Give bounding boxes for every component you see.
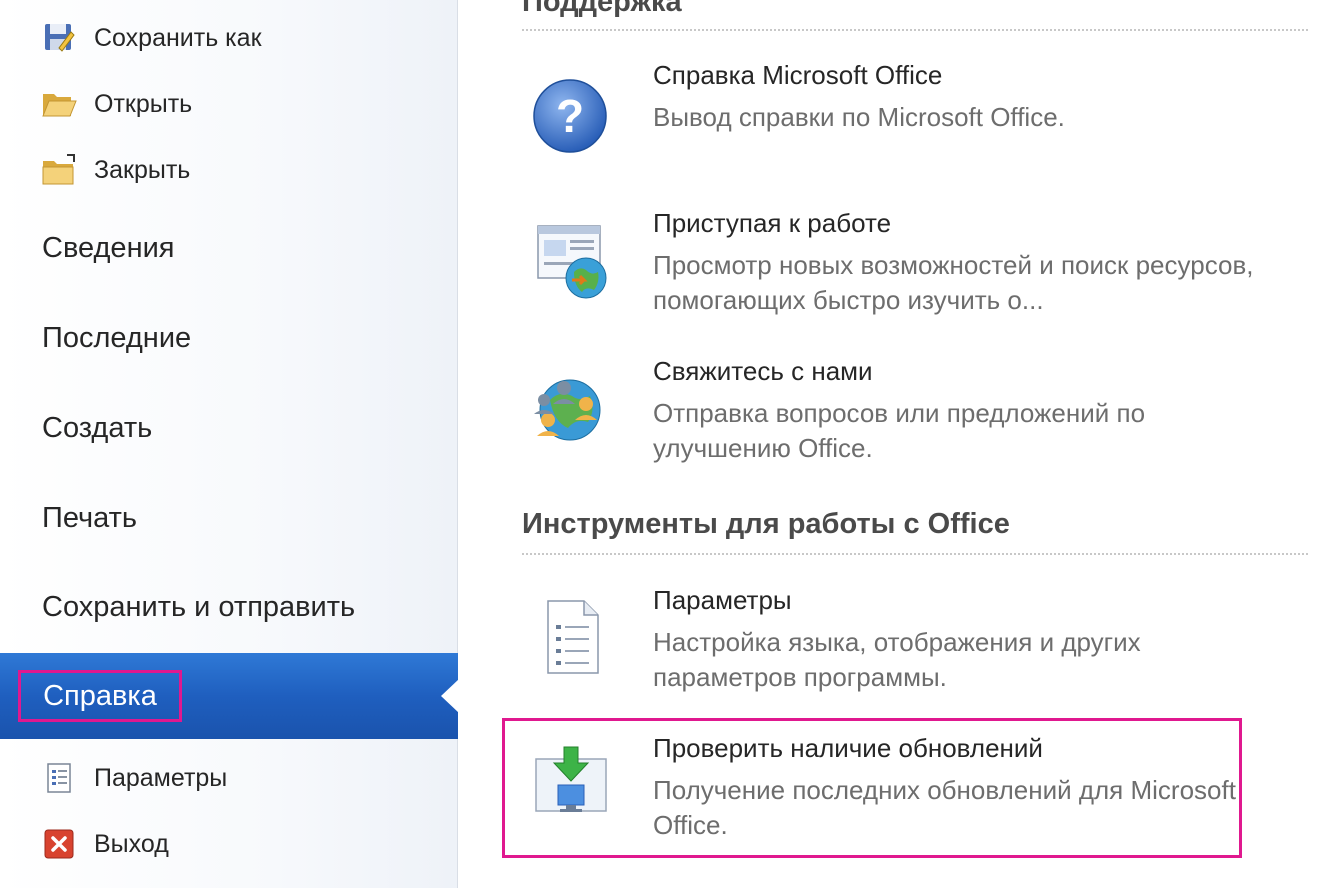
nav-options[interactable]: Параметры <box>40 756 227 800</box>
options-document-icon <box>528 597 618 687</box>
options-item[interactable]: Параметры Настройка языка, отображения и… <box>522 585 1308 705</box>
nav-open-label: Открыть <box>94 89 193 118</box>
exit-icon <box>40 825 78 863</box>
save-as-icon <box>40 19 78 57</box>
nav-save-as-label: Сохранить как <box>94 23 262 52</box>
nav-exit[interactable]: Выход <box>40 822 169 866</box>
nav-save-send[interactable]: Сохранить и отправить <box>42 577 355 637</box>
nav-open[interactable]: Открыть <box>40 82 192 126</box>
getting-started-item-desc: Просмотр новых возможностей и поиск ресу… <box>653 250 1254 315</box>
nav-close-label: Закрыть <box>94 155 191 184</box>
support-divider <box>522 29 1308 31</box>
nav-save-send-label: Сохранить и отправить <box>42 590 356 623</box>
contact-us-icon <box>528 366 618 456</box>
nav-recent[interactable]: Последние <box>42 308 191 368</box>
nav-help-active[interactable]: Справка <box>0 653 459 739</box>
support-section-title: Поддержка <box>522 0 682 18</box>
nav-help-label: Справка <box>18 670 182 722</box>
nav-recent-label: Последние <box>42 321 192 354</box>
nav-save-as[interactable]: Сохранить как <box>40 16 262 60</box>
tools-section-title: Инструменты для работы с Office <box>522 508 1010 540</box>
backstage-nav: Сохранить как Открыть Закрыть Сведения П… <box>0 0 459 888</box>
options-icon <box>40 759 78 797</box>
nav-new-label: Создать <box>42 411 153 444</box>
help-item-title: Справка Microsoft Office <box>653 60 943 90</box>
check-updates-highlight <box>502 718 1242 858</box>
help-item-desc: Вывод справки по Microsoft Office. <box>653 102 1065 132</box>
open-folder-icon <box>40 85 78 123</box>
contact-us-item-desc: Отправка вопросов или предложений по улу… <box>653 398 1146 463</box>
nav-close[interactable]: Закрыть <box>40 148 190 192</box>
nav-options-label: Параметры <box>94 763 228 792</box>
help-item[interactable]: ? Справка Microsoft Office Вывод справки… <box>522 60 1308 180</box>
contact-us-item[interactable]: Свяжитесь с нами Отправка вопросов или п… <box>522 356 1308 476</box>
contact-us-item-title: Свяжитесь с нами <box>653 356 873 386</box>
options-item-desc: Настройка языка, отображения и других па… <box>653 627 1141 692</box>
svg-text:?: ? <box>556 90 584 142</box>
nav-exit-label: Выход <box>94 829 169 858</box>
help-question-icon: ? <box>528 70 618 160</box>
getting-started-icon <box>528 220 618 310</box>
nav-info[interactable]: Сведения <box>42 218 174 278</box>
nav-new[interactable]: Создать <box>42 398 152 458</box>
active-notch <box>441 679 459 713</box>
close-folder-icon <box>40 151 78 189</box>
tools-divider <box>522 553 1308 555</box>
nav-print[interactable]: Печать <box>42 488 137 548</box>
options-item-title: Параметры <box>653 585 792 615</box>
nav-print-label: Печать <box>42 501 138 534</box>
getting-started-item-title: Приступая к работе <box>653 208 892 238</box>
nav-info-label: Сведения <box>42 231 175 264</box>
getting-started-item[interactable]: Приступая к работе Просмотр новых возмож… <box>522 208 1308 328</box>
